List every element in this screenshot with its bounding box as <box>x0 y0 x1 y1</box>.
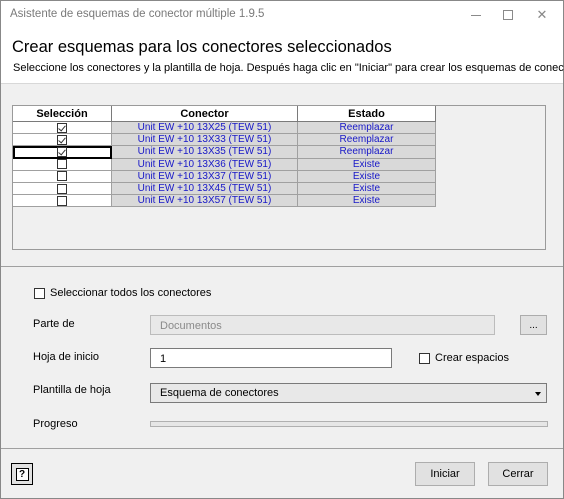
status-cell[interactable]: Existe <box>298 170 436 183</box>
status-cell[interactable]: Existe <box>298 182 436 196</box>
connector-cell[interactable]: Unit EW +10 13X57 (TEW 51) <box>112 195 298 208</box>
table-row[interactable]: Unit EW +10 13X25 (TEW 51) Reemplazar <box>13 122 436 135</box>
part-of-field: Documentos <box>150 315 495 335</box>
row-select-checkbox[interactable] <box>57 183 67 194</box>
select-all-row[interactable]: Seleccionar todos los conectores <box>34 287 211 299</box>
template-select[interactable]: Esquema de conectores <box>150 383 547 403</box>
status-cell[interactable]: Reemplazar <box>298 146 436 159</box>
grid-body: Unit EW +10 13X25 (TEW 51) Reemplazar Unit… <box>13 122 436 208</box>
connector-cell[interactable]: Unit EW +10 13X35 (TEW 51) <box>112 146 298 159</box>
help-icon: ? <box>15 467 29 481</box>
table-row[interactable]: Unit EW +10 13X37 (TEW 51) Existe <box>13 170 436 183</box>
title-bar: Asistente de esquemas de conector múltip… <box>1 1 563 29</box>
wizard-header: Crear esquemas para los conectores selec… <box>1 29 564 84</box>
template-selected-value: Esquema de conectores <box>160 387 279 399</box>
close-button[interactable]: Cerrar <box>488 462 548 486</box>
select-all-label: Seleccionar todos los conectores <box>50 287 212 299</box>
column-header-selection[interactable]: Selección <box>13 106 112 122</box>
close-icon: ✕ <box>536 7 548 22</box>
start-sheet-label: Hoja de inicio <box>33 351 100 363</box>
connector-cell[interactable]: Unit EW +10 13X45 (TEW 51) <box>112 182 298 196</box>
row-select-checkbox[interactable] <box>57 146 67 157</box>
row-select-checkbox[interactable] <box>57 159 67 170</box>
table-row[interactable]: Unit EW +10 13X36 (TEW 51) Existe <box>13 158 436 171</box>
row-select-checkbox[interactable] <box>57 122 67 133</box>
table-row[interactable]: Unit EW +10 13X45 (TEW 51) Existe <box>13 182 436 196</box>
column-header-status[interactable]: Estado <box>298 106 436 122</box>
connector-panel: Selección Conector Estado Unit EW +10 13… <box>1 85 563 267</box>
table-row[interactable]: Unit EW +10 13X33 (TEW 51) Reemplazar <box>13 134 436 147</box>
status-cell[interactable]: Existe <box>298 158 436 171</box>
selection-cell[interactable] <box>13 122 112 135</box>
selection-cell[interactable] <box>13 182 112 196</box>
minimize-icon <box>471 14 481 16</box>
select-all-checkbox[interactable] <box>34 287 45 299</box>
close-window-button[interactable]: ✕ <box>525 1 559 29</box>
progress-bar <box>150 421 548 427</box>
minimize-button[interactable] <box>459 1 493 29</box>
row-select-checkbox[interactable] <box>57 171 67 182</box>
column-header-connector[interactable]: Conector <box>112 106 298 122</box>
selection-cell[interactable] <box>13 134 112 147</box>
page-title: Crear esquemas para los conectores selec… <box>12 38 392 56</box>
dialog-footer: ? Iniciar Cerrar <box>1 448 563 498</box>
browse-button[interactable]: ... <box>520 315 547 335</box>
row-select-checkbox[interactable] <box>57 195 67 206</box>
page-subtitle: Seleccione los conectores y la plantilla… <box>13 62 564 74</box>
maximize-button[interactable] <box>491 1 525 29</box>
selection-cell[interactable] <box>13 170 112 183</box>
maximize-icon <box>503 10 513 20</box>
status-cell[interactable]: Reemplazar <box>298 134 436 147</box>
selection-cell[interactable] <box>13 195 112 208</box>
selection-cell[interactable] <box>13 146 112 159</box>
help-button[interactable]: ? <box>11 463 33 485</box>
start-button[interactable]: Iniciar <box>415 462 475 486</box>
table-row[interactable]: Unit EW +10 13X35 (TEW 51) Reemplazar <box>13 146 436 159</box>
part-of-label: Parte de <box>33 318 75 330</box>
dialog-window: Asistente de esquemas de conector múltip… <box>0 0 564 499</box>
status-cell[interactable]: Existe <box>298 195 436 208</box>
connector-grid[interactable]: Selección Conector Estado Unit EW +10 13… <box>12 105 546 250</box>
connector-cell[interactable]: Unit EW +10 13X37 (TEW 51) <box>112 170 298 183</box>
window-title: Asistente de esquemas de conector múltip… <box>10 8 265 20</box>
connector-cell[interactable]: Unit EW +10 13X36 (TEW 51) <box>112 158 298 171</box>
template-label: Plantilla de hoja <box>33 384 111 396</box>
start-sheet-input[interactable]: 1 <box>150 348 392 368</box>
chevron-down-icon[interactable] <box>532 388 543 399</box>
connector-cell[interactable]: Unit EW +10 13X25 (TEW 51) <box>112 122 298 135</box>
table-row[interactable]: Unit EW +10 13X57 (TEW 51) Existe <box>13 195 436 208</box>
status-cell[interactable]: Reemplazar <box>298 122 436 135</box>
selection-cell[interactable] <box>13 158 112 171</box>
row-select-checkbox[interactable] <box>57 134 67 145</box>
connector-cell[interactable]: Unit EW +10 13X33 (TEW 51) <box>112 134 298 147</box>
create-spaces-checkbox[interactable] <box>419 352 430 364</box>
grid-header: Selección Conector Estado <box>13 106 436 122</box>
create-spaces-label: Crear espacios <box>435 352 509 364</box>
create-spaces-row[interactable]: Crear espacios <box>419 352 509 364</box>
options-form: Seleccionar todos los conectores Parte d… <box>1 268 563 448</box>
progress-label: Progreso <box>33 418 78 430</box>
